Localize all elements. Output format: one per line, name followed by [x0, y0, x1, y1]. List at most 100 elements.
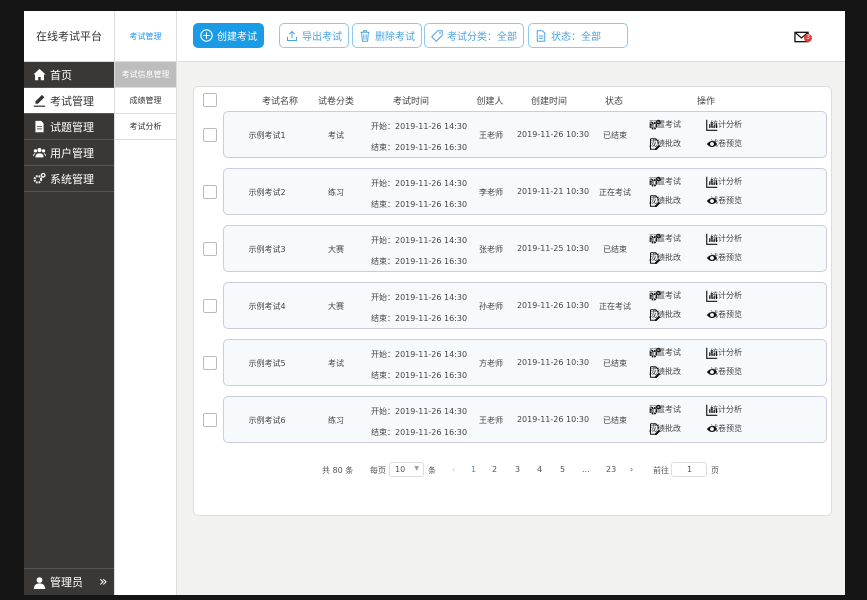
goto-label: 前往 [653, 466, 669, 475]
row-checkbox[interactable] [203, 413, 217, 427]
create-exam-button[interactable]: 创建考试 [193, 23, 264, 48]
status-filter[interactable]: 状态：全部 [528, 23, 628, 48]
column-header: 创建时间 [530, 97, 568, 107]
grade-papers-button[interactable]: 成绩批改 [649, 194, 681, 207]
column-header: 考试名称 [261, 97, 299, 107]
gears-icon [649, 119, 661, 131]
submenu: 考试管理 考试信息管理 成绩管理 考试分析 [114, 11, 177, 595]
statistics-button[interactable]: 统计分析 [706, 176, 742, 188]
sidebar-item-label: 首页 [50, 68, 72, 82]
submenu-item[interactable]: 成绩管理 [115, 88, 176, 114]
sidebar-item-2[interactable]: 试题管理 [24, 114, 114, 140]
next-page-button[interactable]: › [630, 465, 633, 474]
app-title: 在线考试平台 [24, 11, 114, 62]
statistics-button[interactable]: 统计分析 [706, 119, 742, 131]
page-button[interactable]: 5 [560, 465, 565, 474]
per-page-select[interactable]: 10 ▼ [389, 462, 424, 477]
page-button[interactable]: 23 [606, 465, 616, 474]
bar-chart-icon [706, 176, 718, 188]
exam-type: 大赛 [328, 245, 344, 254]
start-time: 开始：2019-11-26 14:30 [371, 179, 468, 188]
column-header: 状态 [604, 97, 624, 107]
preview-paper-button[interactable]: 试卷预览 [706, 252, 742, 263]
sidebar-item-3[interactable]: 用户管理 [24, 140, 114, 166]
exam-name: 示例考试5 [248, 359, 286, 368]
export-exam-button[interactable]: 导出考试 [279, 23, 349, 48]
status: 已结束 [603, 359, 627, 368]
page-button[interactable]: 2 [492, 465, 497, 474]
preview-paper-button[interactable]: 试卷预览 [706, 309, 742, 320]
configure-exam-button[interactable]: 配置考试 [649, 347, 681, 358]
eye-icon [706, 309, 718, 321]
statistics-button[interactable]: 统计分析 [706, 347, 742, 359]
statistics-button[interactable]: 统计分析 [706, 233, 742, 245]
preview-paper-button[interactable]: 试卷预览 [706, 138, 742, 149]
configure-exam-button[interactable]: 配置考试 [649, 233, 681, 244]
page-button[interactable]: ... [582, 465, 590, 474]
submenu-item[interactable]: 考试分析 [115, 114, 176, 140]
eye-icon [706, 252, 718, 264]
configure-exam-button[interactable]: 配置考试 [649, 119, 681, 130]
grade-papers-button[interactable]: 成绩批改 [649, 137, 681, 150]
creator: 方老师 [479, 359, 503, 368]
configure-exam-button[interactable]: 配置考试 [649, 290, 681, 301]
status: 已结束 [603, 131, 627, 140]
sidebar-item-1[interactable]: 考试管理 [24, 88, 114, 114]
user-icon [33, 576, 46, 589]
page-button[interactable]: 4 [537, 465, 542, 474]
expand-sidebar-button[interactable]: » [99, 574, 108, 590]
eye-icon [706, 366, 718, 378]
sidebar-item-4[interactable]: 系统管理 [24, 166, 114, 192]
status: 正在考试 [599, 302, 631, 311]
user-menu[interactable]: 管理员 » [24, 568, 114, 595]
creator: 李老师 [479, 188, 503, 197]
row-checkbox[interactable] [203, 299, 217, 313]
statistics-button[interactable]: 统计分析 [706, 290, 742, 302]
category-filter[interactable]: 考试分类：全部 [424, 23, 524, 48]
end-time: 结束：2019-11-26 16:30 [371, 371, 468, 380]
column-header: 操作 [696, 97, 716, 107]
row-checkbox[interactable] [203, 356, 217, 370]
end-time: 结束：2019-11-26 16:30 [371, 200, 468, 209]
prev-page-button[interactable]: ‹ [452, 465, 455, 474]
gears-icon [33, 172, 46, 185]
row-checkbox[interactable] [203, 242, 217, 256]
category-filter-label: 考试分类：全部 [447, 32, 517, 43]
row-checkbox[interactable] [203, 128, 217, 142]
preview-paper-button[interactable]: 试卷预览 [706, 195, 742, 206]
gears-icon [649, 347, 661, 359]
grade-papers-button[interactable]: 成绩批改 [649, 251, 681, 264]
table-row: 示例考试6 练习 开始：2019-11-26 14:30 结束：2019-11-26 … [223, 396, 827, 443]
eye-icon [706, 195, 718, 207]
grade-papers-button[interactable]: 成绩批改 [649, 308, 681, 321]
grade-papers-button[interactable]: 成绩批改 [649, 365, 681, 378]
configure-exam-button[interactable]: 配置考试 [649, 404, 681, 415]
preview-paper-button[interactable]: 试卷预览 [706, 423, 742, 434]
column-header: 考试时间 [392, 97, 430, 107]
page-button[interactable]: 3 [515, 465, 520, 474]
grade-papers-button[interactable]: 成绩批改 [649, 422, 681, 435]
statistics-button[interactable]: 统计分析 [706, 404, 742, 416]
row-checkbox[interactable] [203, 185, 217, 199]
end-time: 结束：2019-11-26 16:30 [371, 428, 468, 437]
configure-exam-button[interactable]: 配置考试 [649, 176, 681, 187]
page-button[interactable]: 1 [471, 465, 476, 474]
submenu-item[interactable]: 考试信息管理 [115, 62, 176, 88]
delete-exam-button[interactable]: 删除考试 [352, 23, 422, 48]
goto-page-input[interactable]: 1 [671, 462, 707, 477]
submenu-title: 考试管理 [115, 11, 176, 62]
preview-paper-button[interactable]: 试卷预览 [706, 366, 742, 377]
file-icon [536, 29, 546, 42]
sidebar-item-0[interactable]: 首页 [24, 62, 114, 88]
exam-table: 考试名称 试卷分类 考试时间 创建人 创建时间 状态 操作 示例考试1 考试 开始：2019-1… [193, 86, 832, 516]
mail-button[interactable]: 3 [794, 28, 812, 47]
exam-type: 考试 [328, 359, 344, 368]
exam-name: 示例考试3 [248, 245, 286, 254]
gears-icon [649, 290, 661, 302]
per-page-label: 每页 [370, 466, 386, 475]
exam-name: 示例考试1 [248, 131, 286, 140]
created-time: 2019-11-26 10:30 [516, 130, 590, 139]
start-time: 开始：2019-11-26 14:30 [371, 236, 468, 245]
edit-document-icon [649, 194, 661, 207]
end-time: 结束：2019-11-26 16:30 [371, 143, 468, 152]
